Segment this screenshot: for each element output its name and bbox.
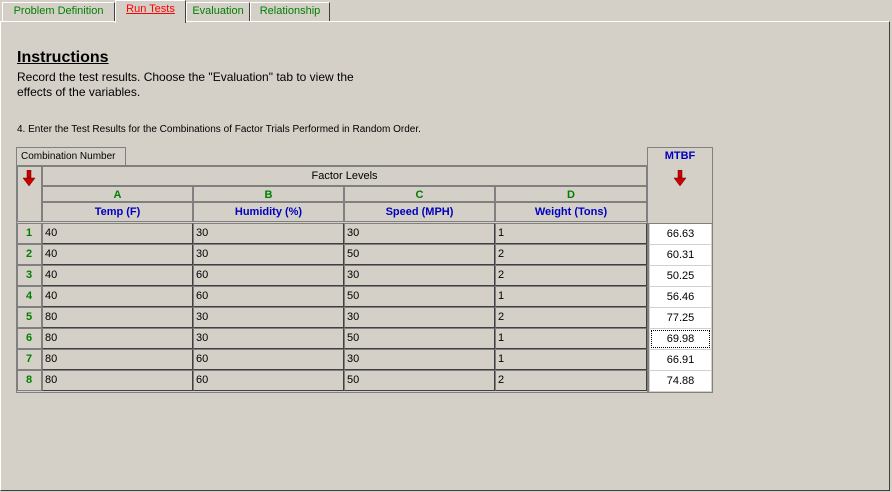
factor-cell-b	[193, 286, 344, 307]
factor-level-value: 1	[498, 332, 505, 344]
factor-b-name: Humidity (%)	[234, 206, 303, 218]
combination-number: 4	[25, 290, 33, 302]
factor-level-value: 40	[45, 290, 58, 302]
factor-cell-b	[193, 370, 344, 391]
factor-cell-c	[344, 286, 495, 307]
factor-cell-c	[344, 307, 495, 328]
factor-c-letter: C	[415, 189, 424, 201]
combination-number: 6	[25, 332, 33, 344]
combination-number-label: Combination Number	[16, 147, 126, 165]
factor-cell-c	[344, 328, 495, 349]
factor-cell-d	[495, 265, 647, 286]
tab-evaluation[interactable]: Evaluation	[186, 2, 250, 21]
tab-strip: Problem Definition Run Tests Evaluation …	[0, 0, 892, 23]
tab-run-tests[interactable]: Run Tests	[115, 0, 186, 23]
factor-cell-a	[42, 370, 193, 391]
factor-cell-d	[495, 223, 647, 244]
combination-number: 5	[25, 311, 33, 323]
factor-level-value: 80	[45, 332, 58, 344]
factor-cell-d	[495, 349, 647, 370]
mtbf-title: MTBF	[664, 150, 696, 162]
combination-number: 1	[25, 227, 33, 239]
factor-level-value: 30	[196, 311, 209, 323]
factor-level-value: 60	[196, 374, 209, 386]
factor-cell-c	[344, 223, 495, 244]
factor-d-letter: D	[567, 189, 575, 201]
factor-level-value: 30	[196, 227, 209, 239]
factor-cell-d	[495, 307, 647, 328]
factor-level-value: 80	[45, 311, 58, 323]
factor-level-value: 30	[347, 353, 360, 365]
mtbf-column	[648, 223, 713, 393]
factor-levels-header: Factor Levels	[42, 166, 647, 186]
factor-level-value: 40	[45, 248, 58, 260]
factor-level-value: 60	[196, 290, 209, 302]
factor-c-name: Speed (MPH)	[385, 206, 454, 218]
factor-cell-b	[193, 244, 344, 265]
factor-cell-a	[42, 286, 193, 307]
sort-down-arrow-icon[interactable]	[22, 170, 36, 188]
mtbf-sort-down-arrow-icon[interactable]	[673, 170, 687, 188]
factor-cell-c	[344, 265, 495, 286]
factor-level-value: 30	[196, 332, 209, 344]
factor-level-value: 2	[498, 311, 505, 323]
factor-level-value: 50	[347, 290, 360, 302]
factor-cell-d	[495, 370, 647, 391]
factor-level-value: 80	[45, 353, 58, 365]
factor-cell-a	[42, 265, 193, 286]
factor-level-value: 30	[196, 248, 209, 260]
factor-cell-a	[42, 328, 193, 349]
step-instruction: 4. Enter the Test Results for the Combin…	[17, 124, 421, 135]
factor-level-value: 60	[196, 353, 209, 365]
factor-cell-c	[344, 370, 495, 391]
factor-level-value: 1	[498, 227, 505, 239]
factor-cell-a	[42, 223, 193, 244]
factor-level-value: 1	[498, 290, 505, 302]
combination-number: 7	[25, 353, 33, 365]
factor-cell-d	[495, 328, 647, 349]
factor-level-value: 2	[498, 374, 505, 386]
factor-cell-b	[193, 307, 344, 328]
instructions-text: Record the test results. Choose the "Eva…	[17, 70, 354, 99]
factor-cell-c	[344, 349, 495, 370]
factor-b-letter: B	[264, 189, 273, 201]
factor-cell-b	[193, 265, 344, 286]
factor-level-value: 60	[196, 269, 209, 281]
factor-level-value: 40	[45, 227, 58, 239]
factor-cell-d	[495, 244, 647, 265]
factor-a-name: Temp (F)	[94, 206, 141, 218]
instructions-title: Instructions	[17, 49, 109, 66]
factor-cell-b	[193, 328, 344, 349]
factor-level-value: 30	[347, 269, 360, 281]
factor-level-value: 50	[347, 332, 360, 344]
factor-cell-a	[42, 349, 193, 370]
factor-d-name: Weight (Tons)	[534, 206, 608, 218]
factor-level-value: 80	[45, 374, 58, 386]
factor-level-value: 30	[347, 227, 360, 239]
tab-problem-definition[interactable]: Problem Definition	[2, 2, 115, 21]
factor-level-value: 1	[498, 353, 505, 365]
combination-number: 2	[25, 248, 33, 260]
combination-number: 3	[25, 269, 33, 281]
factor-level-value: 50	[347, 248, 360, 260]
factor-level-value: 2	[498, 269, 505, 281]
tab-relationship[interactable]: Relationship	[250, 2, 330, 21]
factor-cell-b	[193, 223, 344, 244]
factor-level-value: 50	[347, 374, 360, 386]
factor-cell-a	[42, 244, 193, 265]
factor-cell-c	[344, 244, 495, 265]
factor-cell-a	[42, 307, 193, 328]
factor-a-letter: A	[113, 189, 122, 201]
factor-cell-b	[193, 349, 344, 370]
factor-level-value: 40	[45, 269, 58, 281]
factor-level-value: 2	[498, 248, 505, 260]
factor-cell-d	[495, 286, 647, 307]
factor-level-value: 30	[347, 311, 360, 323]
combination-number: 8	[25, 374, 33, 386]
